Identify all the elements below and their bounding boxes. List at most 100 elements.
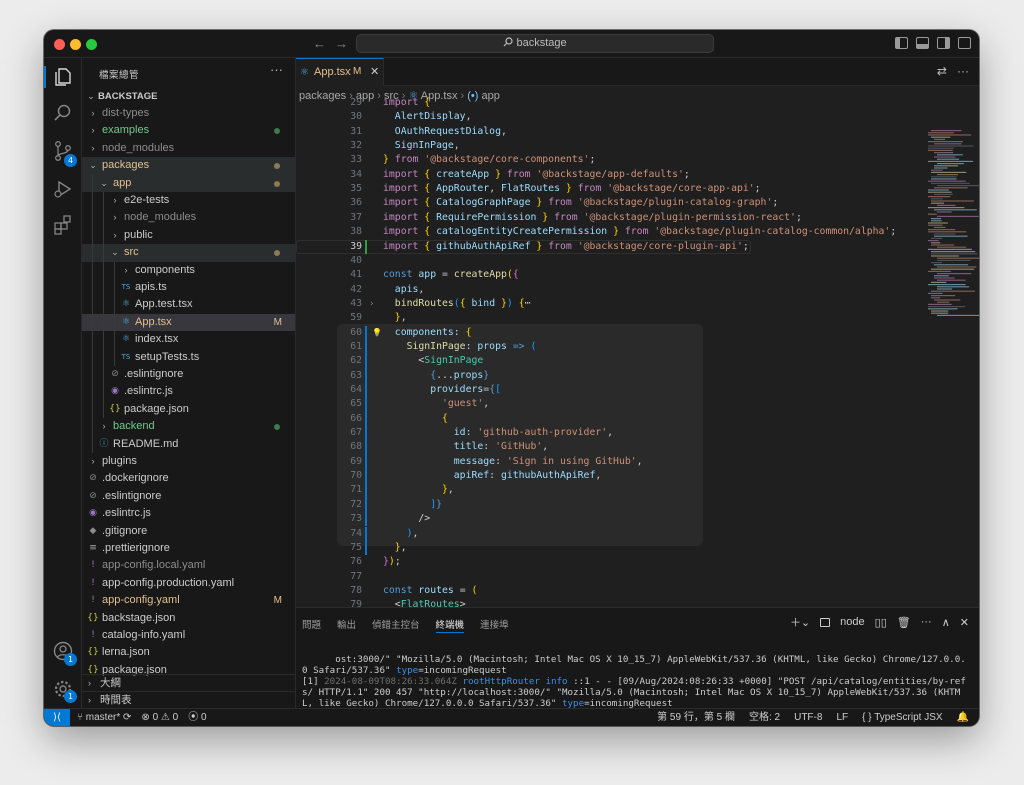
tab-app-tsx[interactable]: ⚛ App.tsx M ✕	[296, 58, 384, 86]
file-gitignore[interactable]: ◆ .gitignore	[82, 523, 295, 540]
code-line[interactable]: 62 <SignInPage	[296, 354, 916, 369]
code-line[interactable]: 36 import { CatalogGraphPage } from '@bac…	[296, 196, 916, 210]
code-line[interactable]: 30 AlertDisplay,	[296, 110, 916, 124]
code-line[interactable]: 34 import { createApp } from '@backstage/…	[296, 168, 916, 182]
code-line[interactable]: 67 id: 'github-auth-provider',	[296, 426, 916, 441]
code-line[interactable]: 40	[296, 254, 916, 268]
close-panel-icon[interactable]: ✕	[960, 616, 969, 629]
code-line[interactable]: 32 SignInPage,	[296, 139, 916, 153]
folder-src[interactable]: ⌄ src	[82, 244, 295, 262]
file-eslintignore[interactable]: ⊘ .eslintignore	[82, 488, 295, 505]
file-backstage-json[interactable]: {} backstage.json	[82, 610, 295, 627]
panel-tab[interactable]: 連接埠	[480, 617, 509, 633]
sync-icon[interactable]: ⟳	[123, 712, 131, 723]
split-terminal-icon[interactable]: ▯▯	[875, 616, 887, 629]
file-app-test-tsx[interactable]: ⚛ App.test.tsx	[82, 296, 295, 314]
outline-section[interactable]: › 大綱	[82, 674, 295, 691]
file-setuptests-ts[interactable]: TS setupTests.ts	[82, 348, 295, 366]
more-actions-icon[interactable]: ···	[921, 616, 932, 628]
panel-tab[interactable]: 偵錯主控台	[372, 617, 420, 633]
file-eslintrc-js[interactable]: ◉ .eslintrc.js	[82, 383, 295, 401]
code-line[interactable]: 65 'guest',	[296, 397, 916, 412]
search-icon[interactable]	[52, 102, 74, 124]
code-line[interactable]: 35 import { AppRouter, FlatRoutes } from …	[296, 182, 916, 196]
code-line[interactable]: 72 ]}	[296, 497, 916, 513]
file-apis-ts[interactable]: TS apis.ts	[82, 279, 295, 297]
customize-layout-icon[interactable]	[958, 37, 971, 49]
file-app-config-production-yaml[interactable]: ! app-config.production.yaml	[82, 575, 295, 592]
file-catalog-info-yaml[interactable]: ! catalog-info.yaml	[82, 627, 295, 644]
problems-indicator[interactable]: ⊗ 0 ⚠ 0	[141, 709, 178, 726]
code-line[interactable]: 69 message: 'Sign in using GitHub',	[296, 454, 916, 470]
code-line[interactable]: 64 providers={[	[296, 383, 916, 398]
folder-node-modules[interactable]: › node_modules	[82, 209, 295, 227]
terminal-name[interactable]: node	[840, 616, 864, 628]
extensions-icon[interactable]	[52, 214, 74, 236]
language-mode[interactable]: { } TypeScript JSX	[862, 709, 942, 726]
code-line[interactable]: 79 <FlatRoutes>	[296, 598, 916, 607]
file-readme-md[interactable]: ⓘ README.md	[82, 435, 295, 453]
minimize-window-button[interactable]	[70, 39, 81, 50]
workspace-root[interactable]: ⌄ BACKSTAGE	[82, 88, 295, 105]
encoding[interactable]: UTF-8	[794, 709, 822, 726]
code-editor[interactable]: 29 import {30 AlertDisplay, 31 OAuthReques…	[296, 97, 916, 607]
folder-examples[interactable]: › examples	[82, 122, 295, 139]
file-dockerignore[interactable]: ⊘ .dockerignore	[82, 470, 295, 487]
indentation[interactable]: 空格: 2	[749, 709, 780, 726]
code-line[interactable]: 37 import { RequirePermission } from '@ba…	[296, 211, 916, 225]
file-prettierignore[interactable]: ≡ .prettierignore	[82, 540, 295, 557]
folder-app[interactable]: ⌄ app	[82, 174, 295, 192]
timeline-section[interactable]: › 時間表	[82, 691, 295, 708]
code-line[interactable]: 42 apis,	[296, 283, 916, 297]
folder-packages[interactable]: ⌄ packages	[82, 157, 295, 175]
close-window-button[interactable]	[54, 39, 65, 50]
remote-indicator-icon[interactable]: ⟩⟨	[44, 709, 70, 726]
folder-public[interactable]: › public	[82, 226, 295, 245]
run-debug-icon[interactable]	[52, 178, 74, 200]
toggle-secondary-sidebar-icon[interactable]	[937, 37, 950, 49]
code-line[interactable]: 61 SignInPage: props => (	[296, 339, 916, 355]
code-line[interactable]: 31 OAuthRequestDialog,	[296, 125, 916, 139]
toggle-panel-icon[interactable]	[916, 37, 929, 49]
more-actions-icon[interactable]: ···	[957, 64, 969, 78]
more-actions-icon[interactable]: ···	[270, 62, 283, 77]
panel-tab[interactable]: 輸出	[337, 617, 356, 633]
fold-chevron-icon[interactable]: ›	[369, 297, 374, 311]
folder-plugins[interactable]: › plugins	[82, 453, 295, 470]
code-line[interactable]: 41 const app = createApp({	[296, 268, 916, 282]
folder-dist-types[interactable]: › dist-types	[82, 105, 295, 122]
code-line[interactable]: 29 import {	[296, 96, 916, 110]
folder-backend[interactable]: › backend	[82, 418, 295, 436]
code-line[interactable]: 71 },	[296, 483, 916, 498]
folder-components[interactable]: › components	[82, 261, 295, 279]
code-line[interactable]: 78 const routes = (	[296, 584, 916, 598]
file-app-config-local-yaml[interactable]: ! app-config.local.yaml	[82, 557, 295, 574]
code-line[interactable]: 77	[296, 570, 916, 584]
code-line[interactable]: 59 },	[296, 311, 916, 325]
panel-tab[interactable]: 問題	[302, 617, 321, 633]
file-eslintrc-js[interactable]: ◉ .eslintrc.js	[82, 505, 295, 522]
back-arrow-icon[interactable]: ←	[313, 36, 326, 51]
code-line[interactable]: 33} from '@backstage/core-components';	[296, 153, 916, 167]
end-of-line[interactable]: LF	[836, 709, 848, 726]
code-line[interactable]: 73 />	[296, 512, 916, 527]
forward-arrow-icon[interactable]: →	[335, 36, 348, 51]
new-terminal-icon[interactable]: ＋⌄	[790, 614, 810, 630]
branch-indicator[interactable]: ⑂ master* ⟳	[77, 709, 131, 726]
code-line[interactable]: 60 💡 components: {	[296, 325, 916, 340]
code-line[interactable]: 74 ),	[296, 526, 916, 541]
code-line[interactable]: 63 {...props}	[296, 368, 916, 383]
close-tab-icon[interactable]: ✕	[370, 65, 379, 78]
code-line[interactable]: 38 import { catalogEntityCreatePermission…	[296, 225, 916, 239]
file-app-config-yaml[interactable]: ! app-config.yaml M	[82, 592, 295, 609]
code-line[interactable]: 66 {	[296, 411, 916, 427]
file-lerna-json[interactable]: {} lerna.json	[82, 644, 295, 661]
minimap[interactable]	[928, 130, 979, 330]
code-line[interactable]: 70 apiRef: githubAuthApiRef,	[296, 469, 916, 484]
explorer-files-icon[interactable]	[52, 66, 74, 88]
trash-icon[interactable]: 🗑	[897, 616, 911, 629]
open-changes-icon[interactable]: ⇄	[937, 64, 947, 78]
code-line[interactable]: 76});	[296, 555, 916, 569]
lightbulb-icon[interactable]: 💡	[372, 326, 382, 340]
folder-e2e-tests[interactable]: › e2e-tests	[82, 192, 295, 210]
